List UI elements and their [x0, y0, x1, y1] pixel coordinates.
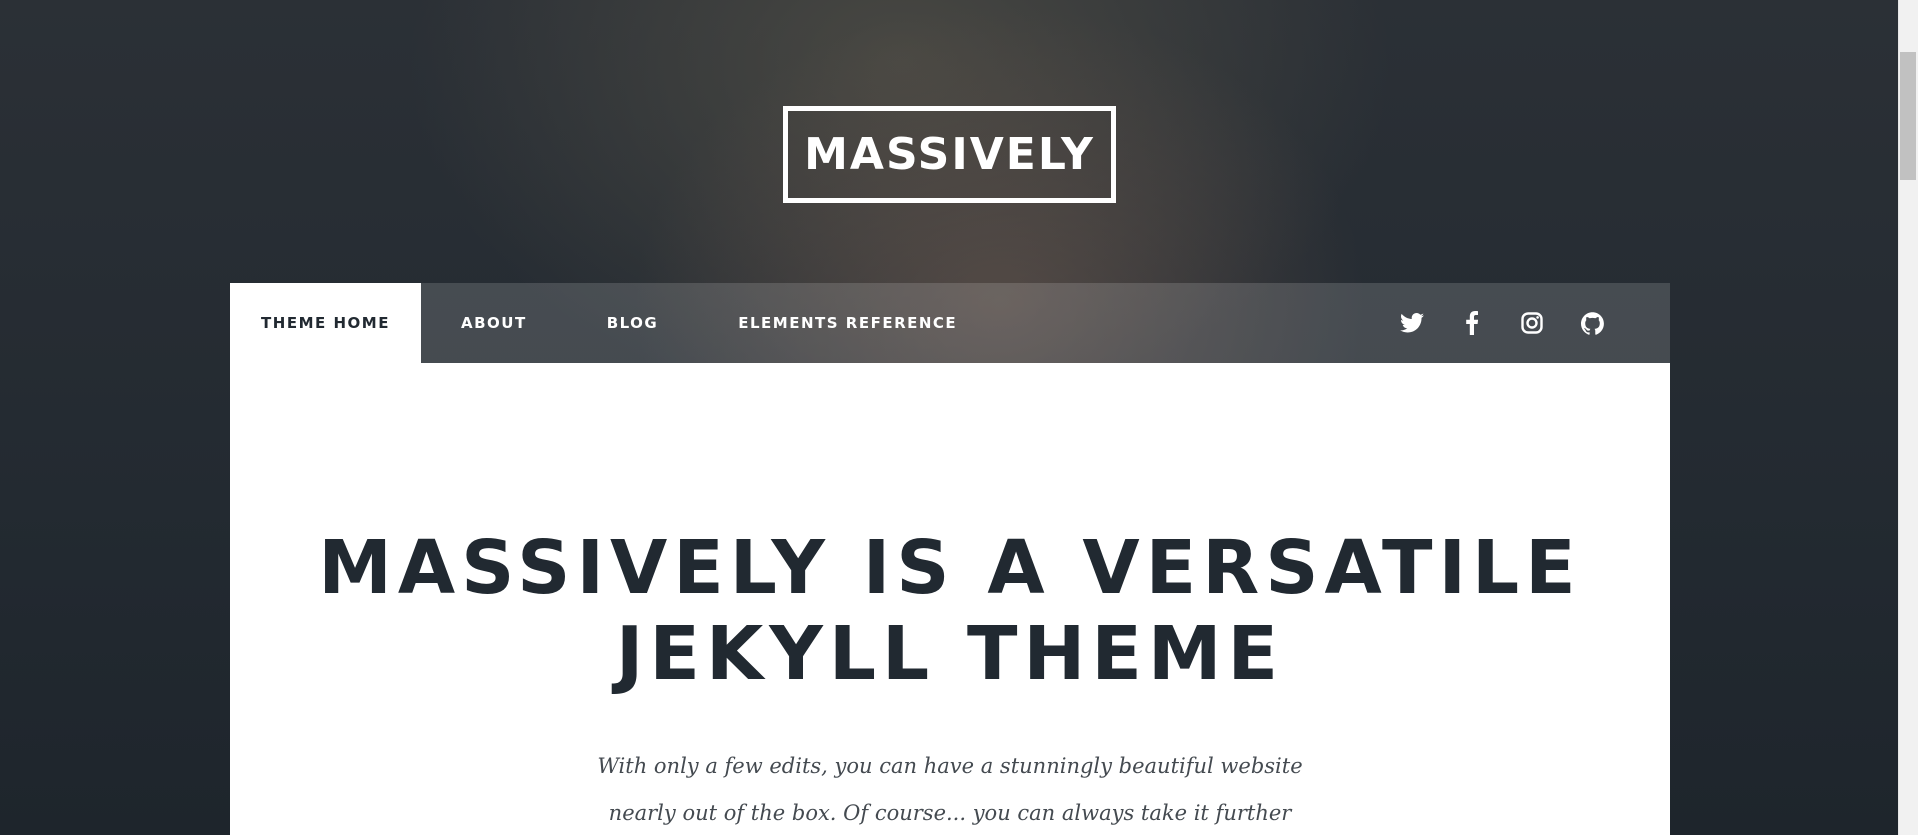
nav-item-theme-home[interactable]: THEME HOME	[230, 283, 421, 363]
nav-item-about[interactable]: ABOUT	[421, 283, 567, 363]
main-content: MASSIVELY IS A VERSATILE JEKYLL THEME Wi…	[230, 363, 1670, 835]
scrollbar[interactable]	[1898, 0, 1918, 835]
scrollbar-thumb[interactable]	[1900, 52, 1916, 180]
facebook-icon[interactable]	[1442, 283, 1502, 363]
social-icons	[1382, 283, 1670, 363]
site-logo[interactable]: MASSIVELY	[783, 106, 1116, 203]
instagram-icon[interactable]	[1502, 283, 1562, 363]
page-headline: MASSIVELY IS A VERSATILE JEKYLL THEME	[230, 525, 1670, 697]
github-icon[interactable]	[1562, 283, 1622, 363]
intro-text: With only a few edits, you can have a st…	[230, 743, 1670, 835]
headline-line-2: JEKYLL THEME	[615, 611, 1285, 697]
nav-item-blog[interactable]: BLOG	[567, 283, 699, 363]
intro-line-2: nearly out of the box. Of course... you …	[608, 801, 1292, 825]
nav-item-elements-reference[interactable]: ELEMENTS REFERENCE	[698, 283, 997, 363]
main-nav: THEME HOME ABOUT BLOG ELEMENTS REFERENCE	[230, 283, 1670, 363]
headline-line-1: MASSIVELY IS A VERSATILE	[318, 525, 1582, 611]
twitter-icon[interactable]	[1382, 283, 1442, 363]
intro-line-1: With only a few edits, you can have a st…	[597, 754, 1303, 778]
